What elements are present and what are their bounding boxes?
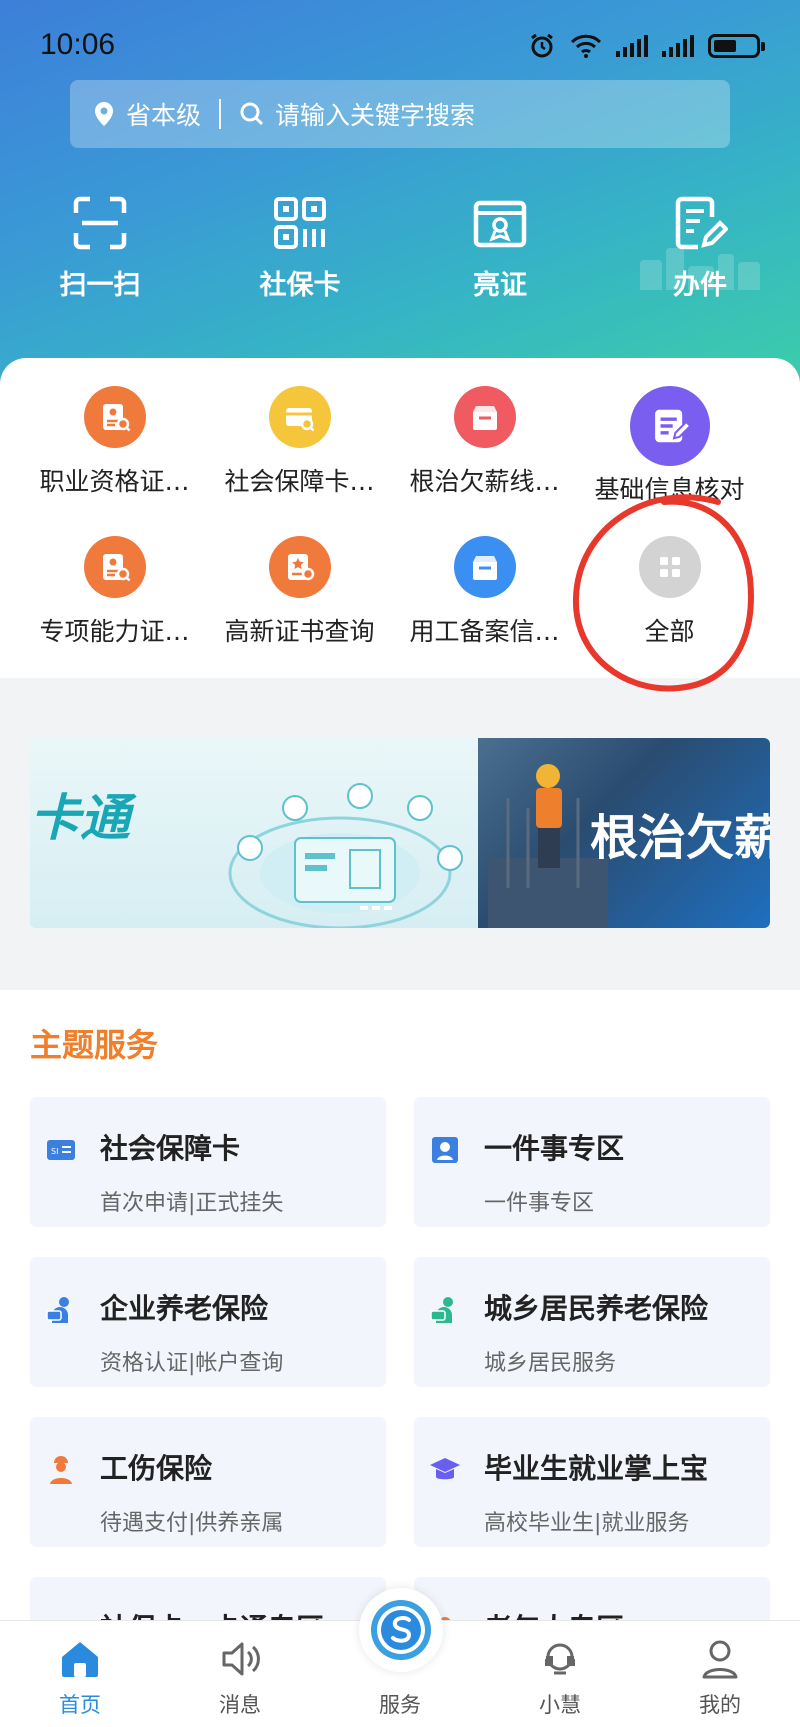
signal-strength-icon xyxy=(616,35,648,57)
theme-card-resident-pension[interactable]: 城乡居民养老保险 城乡居民服务 xyxy=(414,1257,770,1387)
service-item-special-ability-cert[interactable]: 专项能力证… xyxy=(22,536,207,686)
certificate-search-icon xyxy=(83,536,146,598)
graduate-cap-icon xyxy=(430,1458,460,1480)
theme-card-title: 毕业生就业掌上宝 xyxy=(484,1452,709,1485)
status-bar: 10:06 xyxy=(0,0,800,90)
service-item-social-card[interactable]: 社会保障卡… xyxy=(207,386,392,536)
location-selector[interactable]: 省本级 xyxy=(126,96,201,132)
highlight-annotation-circle xyxy=(572,494,754,692)
tab-assistant[interactable]: 小慧 xyxy=(480,1621,640,1727)
theme-card-title: 一件事专区 xyxy=(484,1132,625,1165)
location-pin-icon xyxy=(95,102,113,126)
star-certificate-icon xyxy=(268,536,331,598)
speaker-icon xyxy=(222,1642,260,1676)
theme-services-section: 主题服务 SI 社会保障卡 首次申请|正式挂失 一件事专区 一件事专区 企业养老… xyxy=(0,990,800,1707)
promo-banner[interactable]: 卡通 根治欠薪 xyxy=(30,738,770,928)
alarm-icon xyxy=(531,33,553,58)
search-bar[interactable]: 省本级 请输入关键字搜索 xyxy=(70,80,730,148)
banner-slide-wage: 根治欠薪 xyxy=(478,738,770,928)
tab-label: 小慧 xyxy=(539,1693,581,1717)
tab-label: 首页 xyxy=(59,1693,101,1717)
elderly-person-icon xyxy=(46,1297,69,1323)
theme-card-title: 工伤保险 xyxy=(100,1452,213,1485)
certificate-icon xyxy=(473,200,527,248)
theme-card-one-thing[interactable]: 一件事专区 一件事专区 xyxy=(414,1097,770,1227)
service-center-button[interactable] xyxy=(359,1588,443,1672)
quick-action-show-certificate[interactable]: 亮证 xyxy=(400,195,600,302)
theme-card-graduate-employment[interactable]: 毕业生就业掌上宝 高校毕业生|就业服务 xyxy=(414,1417,770,1547)
status-icons xyxy=(528,32,765,60)
quick-action-handle-case[interactable]: 办件 xyxy=(600,195,800,302)
home-icon xyxy=(62,1642,98,1677)
scan-icon xyxy=(73,196,127,250)
card-illustration xyxy=(228,783,463,928)
tab-messages[interactable]: 消息 xyxy=(160,1621,320,1727)
tab-label: 我的 xyxy=(699,1693,741,1717)
theme-card-work-injury[interactable]: 工伤保险 待遇支付|供养亲属 xyxy=(30,1417,386,1547)
social-security-card-icon: SI xyxy=(47,1140,75,1160)
inbox-icon xyxy=(453,386,516,448)
user-icon xyxy=(702,1640,738,1679)
headset-icon xyxy=(545,1643,575,1675)
section-title: 主题服务 xyxy=(30,1026,159,1064)
theme-card-subtitle: 待遇支付|供养亲属 xyxy=(100,1511,284,1536)
theme-card-subtitle: 首次申请|正式挂失 xyxy=(100,1191,284,1216)
search-divider xyxy=(219,99,222,129)
theme-card-subtitle: 城乡居民服务 xyxy=(484,1351,617,1376)
person-badge-icon xyxy=(432,1137,458,1163)
worker-icon xyxy=(50,1456,72,1484)
service-item-label: 根治欠薪线… xyxy=(409,467,560,496)
quick-action-label: 亮证 xyxy=(473,270,527,301)
signal-strength-icon-2 xyxy=(662,35,694,57)
service-logo-icon xyxy=(371,1600,431,1660)
service-item-professional-cert[interactable]: 职业资格证… xyxy=(22,386,207,536)
theme-card-social-card[interactable]: SI 社会保障卡 首次申请|正式挂失 xyxy=(30,1097,386,1227)
service-item-label: 专项能力证… xyxy=(39,617,190,646)
service-item-wage-arrears[interactable]: 根治欠薪线… xyxy=(392,386,577,536)
quick-actions: 扫一扫 社保卡 亮证 办件 xyxy=(0,195,800,302)
quick-action-label: 办件 xyxy=(673,270,727,301)
form-edit-icon xyxy=(675,196,728,250)
search-icon xyxy=(240,102,264,126)
service-item-label: 高新证书查询 xyxy=(224,617,375,646)
theme-card-title: 企业养老保险 xyxy=(100,1292,269,1325)
resident-person-icon xyxy=(430,1297,453,1323)
theme-card-subtitle: 高校毕业生|就业服务 xyxy=(484,1511,690,1536)
svg-text:SI: SI xyxy=(51,1147,58,1156)
quick-action-label: 扫一扫 xyxy=(59,270,141,301)
quick-action-scan[interactable]: 扫一扫 xyxy=(0,195,200,302)
tab-profile[interactable]: 我的 xyxy=(640,1621,800,1727)
tab-label: 消息 xyxy=(219,1693,261,1717)
service-item-employment-record[interactable]: 用工备案信… xyxy=(392,536,577,686)
wifi-icon xyxy=(570,34,602,58)
certificate-search-icon xyxy=(83,386,146,448)
theme-card-title: 城乡居民养老保险 xyxy=(484,1292,709,1325)
service-item-high-tech-cert[interactable]: 高新证书查询 xyxy=(207,536,392,686)
banner-slide-card: 卡通 xyxy=(30,738,478,928)
banner-left-title: 卡通 xyxy=(30,789,130,847)
edit-document-icon xyxy=(629,386,710,466)
theme-card-title: 社会保障卡 xyxy=(100,1132,241,1165)
service-item-label: 职业资格证… xyxy=(39,467,190,496)
battery-icon xyxy=(708,34,765,58)
service-item-label: 社会保障卡… xyxy=(224,467,375,496)
service-item-label: 用工备案信… xyxy=(409,617,560,646)
theme-card-subtitle: 一件事专区 xyxy=(484,1191,595,1216)
card-search-icon xyxy=(268,386,331,448)
tab-home[interactable]: 首页 xyxy=(0,1621,160,1727)
quick-action-social-card[interactable]: 社保卡 xyxy=(200,195,400,302)
banner-right-title: 根治欠薪 xyxy=(590,810,770,866)
quick-action-label: 社保卡 xyxy=(259,270,341,301)
inbox-icon xyxy=(453,536,516,598)
qr-code-icon xyxy=(274,197,326,249)
theme-card-enterprise-pension[interactable]: 企业养老保险 资格认证|帐户查询 xyxy=(30,1257,386,1387)
search-input[interactable]: 请输入关键字搜索 xyxy=(275,96,475,132)
tab-label: 服务 xyxy=(379,1693,421,1717)
theme-card-subtitle: 资格认证|帐户查询 xyxy=(100,1351,284,1376)
status-time: 10:06 xyxy=(40,28,116,61)
